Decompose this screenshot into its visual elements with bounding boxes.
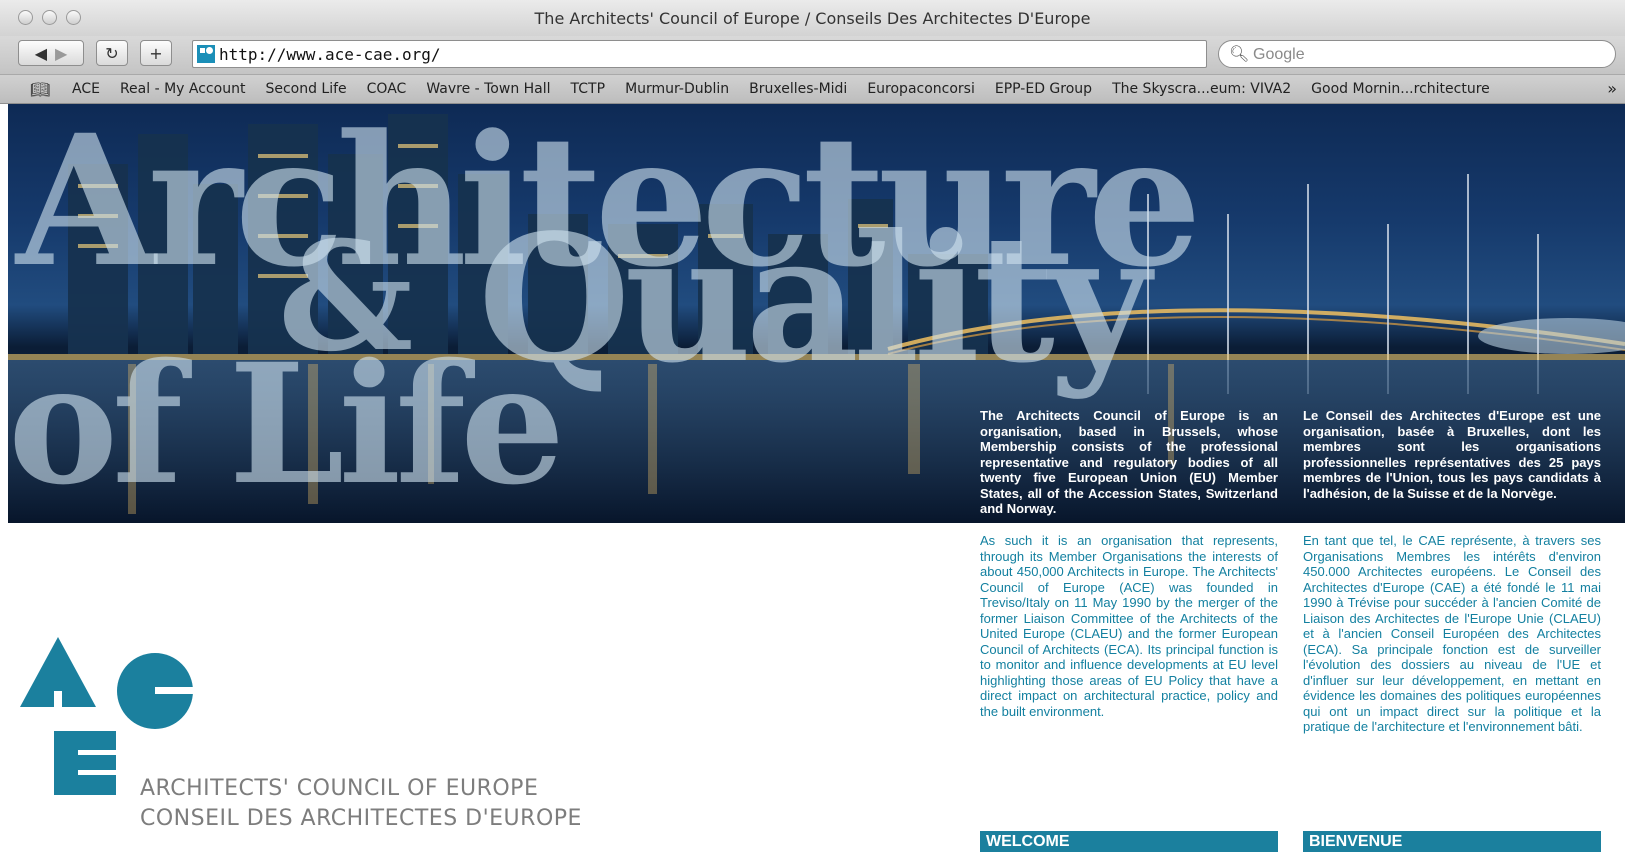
back-forward-button[interactable]: ◀ ▶ xyxy=(18,40,84,66)
browser-toolbar: ◀ ▶ ↻ + http://www.ace-cae.org/ 🔍︎ Googl… xyxy=(0,36,1625,75)
window-title: The Architects' Council of Europe / Cons… xyxy=(534,9,1091,28)
bookmark-item[interactable]: Wavre - Town Hall xyxy=(426,81,550,97)
bookmark-item[interactable]: COAC xyxy=(367,81,407,97)
reload-button[interactable]: ↻ xyxy=(96,40,128,66)
reload-icon: ↻ xyxy=(105,43,119,63)
intro-text-fr: Le Conseil des Architectes d'Europe est … xyxy=(1303,408,1601,501)
body-text-fr: En tant que tel, le CAE représente, à tr… xyxy=(1303,533,1601,734)
search-field[interactable]: 🔍︎ Google xyxy=(1218,40,1616,68)
bookmarks-book-icon[interactable]: 📖︎ xyxy=(30,80,60,99)
bookmark-item[interactable]: Second Life xyxy=(265,81,346,97)
bookmark-item[interactable]: EPP-ED Group xyxy=(995,81,1092,97)
hero-word-quality: Quality xyxy=(478,197,1151,402)
search-placeholder: Google xyxy=(1253,46,1305,63)
hero-word-of-life: of Life xyxy=(8,327,565,521)
welcome-section-header[interactable]: WELCOME xyxy=(980,831,1278,852)
bookmark-item[interactable]: The Skyscra...eum: VIVA2 xyxy=(1112,81,1291,97)
bookmark-item[interactable]: Real - My Account xyxy=(120,81,245,97)
address-bar[interactable]: http://www.ace-cae.org/ xyxy=(192,40,1207,68)
bookmarks-overflow-chevron-icon[interactable]: » xyxy=(1607,79,1617,98)
bookmark-item[interactable]: Murmur-Dublin xyxy=(625,81,729,97)
org-name-en: ARCHITECTS' COUNCIL OF EUROPE xyxy=(140,776,539,801)
org-name-fr: CONSEIL DES ARCHITECTES D'EUROPE xyxy=(140,806,582,831)
forward-arrow-icon[interactable]: ▶ xyxy=(55,44,67,63)
hero-banner: Architecture & Quality of Life The Archi… xyxy=(8,104,1625,523)
body-text-en: As such it is an organisation that repre… xyxy=(980,533,1278,719)
url-text[interactable]: http://www.ace-cae.org/ xyxy=(219,45,441,64)
bookmarks-bar: 📖︎ ACE Real - My Account Second Life COA… xyxy=(0,75,1625,104)
search-icon[interactable]: 🔍︎ xyxy=(1229,44,1249,64)
intro-text-en: The Architects Council of Europe is an o… xyxy=(980,408,1278,516)
bookmark-item[interactable]: Europaconcorsi xyxy=(867,81,975,97)
site-favicon-icon xyxy=(197,45,215,63)
window-titlebar: The Architects' Council of Europe / Cons… xyxy=(0,0,1625,37)
bookmark-item[interactable]: TCTP xyxy=(571,81,606,97)
add-bookmark-button[interactable]: + xyxy=(140,40,172,66)
bookmark-item[interactable]: Good Mornin...rchitecture xyxy=(1311,81,1490,97)
bienvenue-section-header[interactable]: BIENVENUE xyxy=(1303,831,1601,852)
back-arrow-icon[interactable]: ◀ xyxy=(35,44,47,63)
bookmark-item[interactable]: ACE xyxy=(72,81,100,97)
add-bookmark-icon: + xyxy=(149,43,163,63)
bookmark-item[interactable]: Bruxelles-Midi xyxy=(749,81,847,97)
